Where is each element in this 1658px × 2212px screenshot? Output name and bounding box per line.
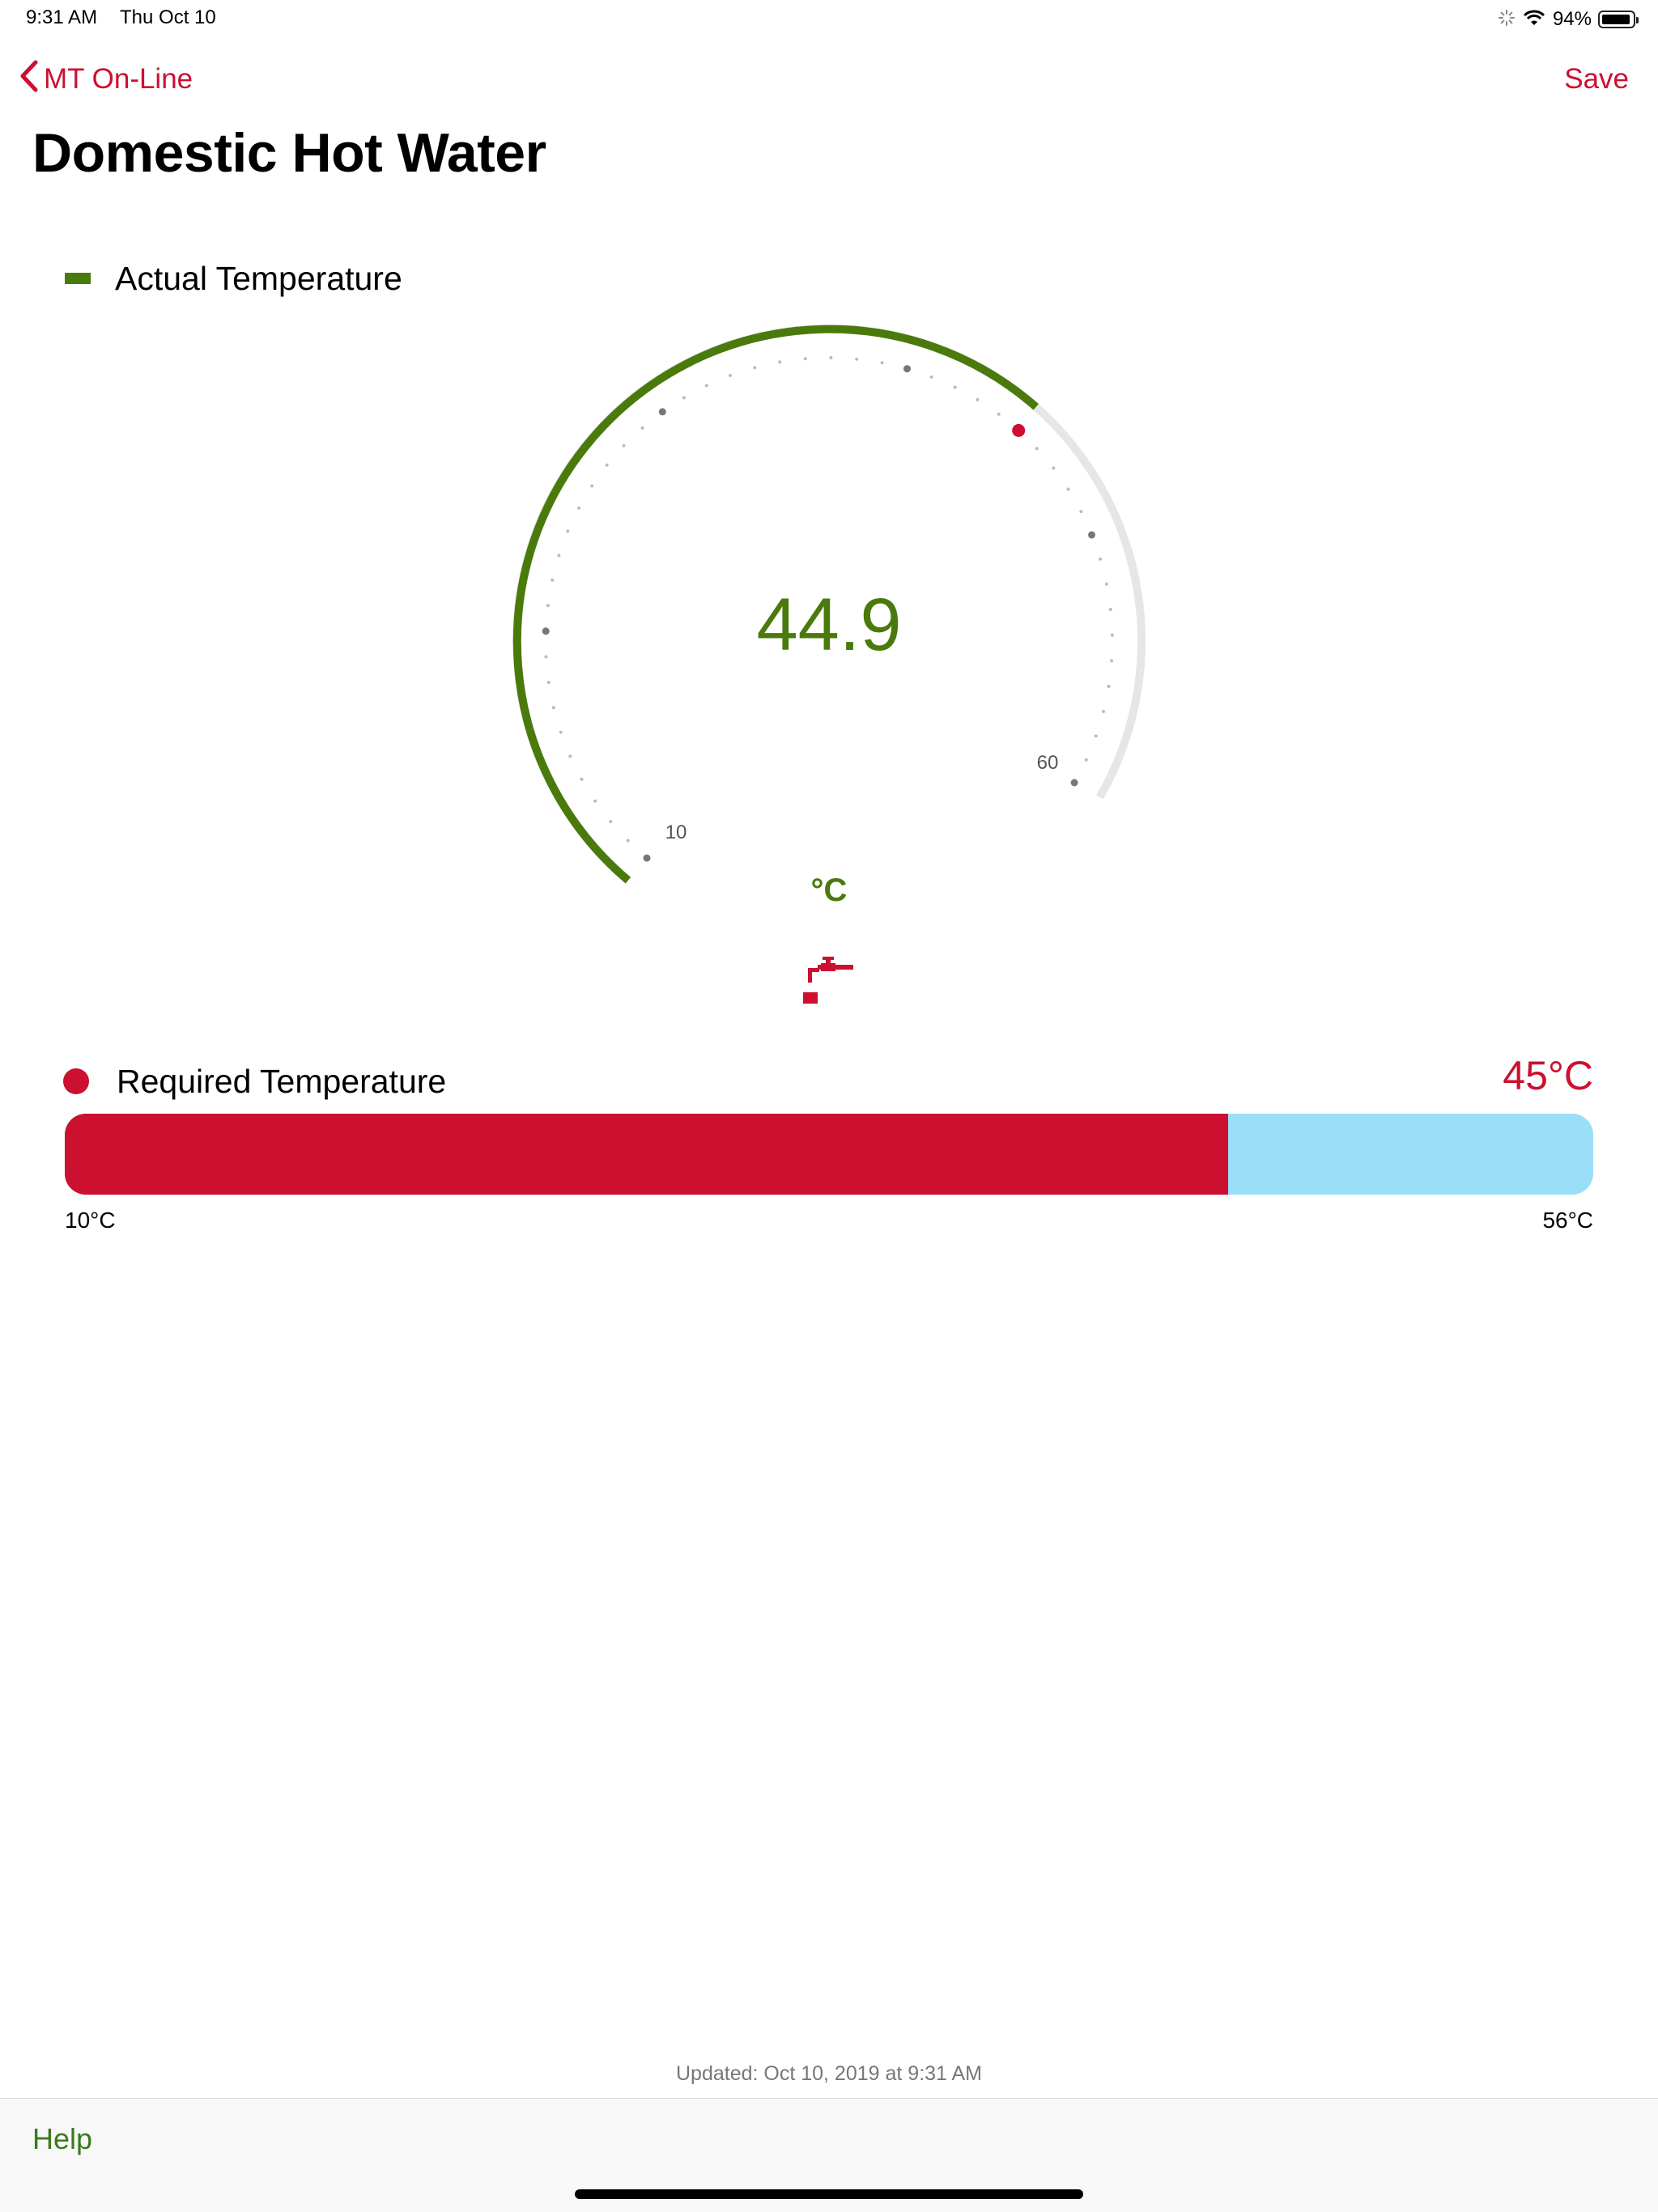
- gauge-minor-tick: [1107, 685, 1111, 688]
- gauge-major-tick: [903, 365, 911, 373]
- gauge-minor-tick: [1052, 466, 1056, 470]
- water-tap-icon: [801, 955, 857, 1011]
- required-range-max: 56°C: [1542, 1208, 1593, 1233]
- gauge-minor-tick: [1094, 734, 1098, 738]
- required-temperature-fill: [65, 1114, 1228, 1195]
- gauge-minor-tick: [546, 681, 551, 685]
- gauge-minor-tick: [753, 366, 757, 370]
- updated-timestamp: Updated: Oct 10, 2019 at 9:31 AM: [675, 2062, 983, 2085]
- required-temperature-label: Required Temperature: [117, 1062, 447, 1100]
- gauge-minor-tick: [1079, 510, 1083, 513]
- required-legend-dot: [63, 1068, 89, 1094]
- gauge-max-label: 60: [1037, 752, 1059, 774]
- actual-temperature-value: 44.9: [756, 584, 902, 666]
- gauge-minor-tick: [953, 385, 957, 389]
- gauge-major-tick: [643, 854, 651, 862]
- gauge-minor-tick: [577, 506, 580, 510]
- required-range-min: 10°C: [65, 1208, 116, 1233]
- gauge-minor-tick: [580, 777, 584, 781]
- gauge-minor-tick: [590, 484, 594, 488]
- setpoint-marker: [1012, 423, 1026, 437]
- gauge-minor-tick: [997, 412, 1001, 416]
- required-temperature-legend: Required Temperature: [63, 1059, 446, 1104]
- gauge-minor-tick: [593, 799, 597, 803]
- gauge-minor-tick: [559, 730, 563, 734]
- gauge-major-tick: [1070, 779, 1078, 787]
- gauge-minor-tick: [855, 357, 859, 361]
- required-temperature-value: 45°C: [1503, 1053, 1593, 1098]
- gauge-minor-tick: [929, 375, 933, 379]
- gauge-minor-tick: [1084, 758, 1088, 762]
- gauge-minor-tick: [682, 396, 686, 400]
- gauge-minor-tick: [640, 426, 644, 430]
- required-temperature-slider[interactable]: [65, 1114, 1593, 1195]
- help-button[interactable]: Help: [32, 2122, 92, 2156]
- gauge-minor-tick: [976, 397, 980, 401]
- gauge-major-tick: [1088, 531, 1095, 539]
- gauge-minor-tick: [551, 578, 555, 582]
- gauge-minor-tick: [829, 356, 833, 359]
- gauge-minor-tick: [778, 360, 782, 364]
- gauge-minor-tick: [803, 357, 807, 361]
- gauge-minor-tick: [729, 374, 732, 377]
- gauge-minor-tick: [551, 706, 555, 710]
- gauge-minor-tick: [880, 361, 884, 365]
- gauge-minor-tick: [609, 820, 613, 824]
- actual-temperature-unit: °C: [810, 872, 848, 908]
- gauge-minor-tick: [1099, 557, 1103, 561]
- gauge-minor-tick: [568, 754, 572, 758]
- gauge-minor-tick: [566, 529, 570, 533]
- home-indicator[interactable]: [575, 2189, 1083, 2199]
- gauge-minor-tick: [622, 444, 626, 448]
- gauge-minor-tick: [605, 463, 609, 467]
- gauge-minor-tick: [557, 554, 561, 558]
- gauge-minor-tick: [1035, 447, 1039, 451]
- gauge-minor-tick: [704, 384, 708, 388]
- gauge-minor-tick: [626, 839, 630, 843]
- gauge-major-tick: [658, 408, 666, 416]
- gauge-minor-tick: [1102, 710, 1105, 713]
- gauge-min-label: 10: [665, 822, 687, 843]
- gauge-minor-tick: [1066, 487, 1070, 491]
